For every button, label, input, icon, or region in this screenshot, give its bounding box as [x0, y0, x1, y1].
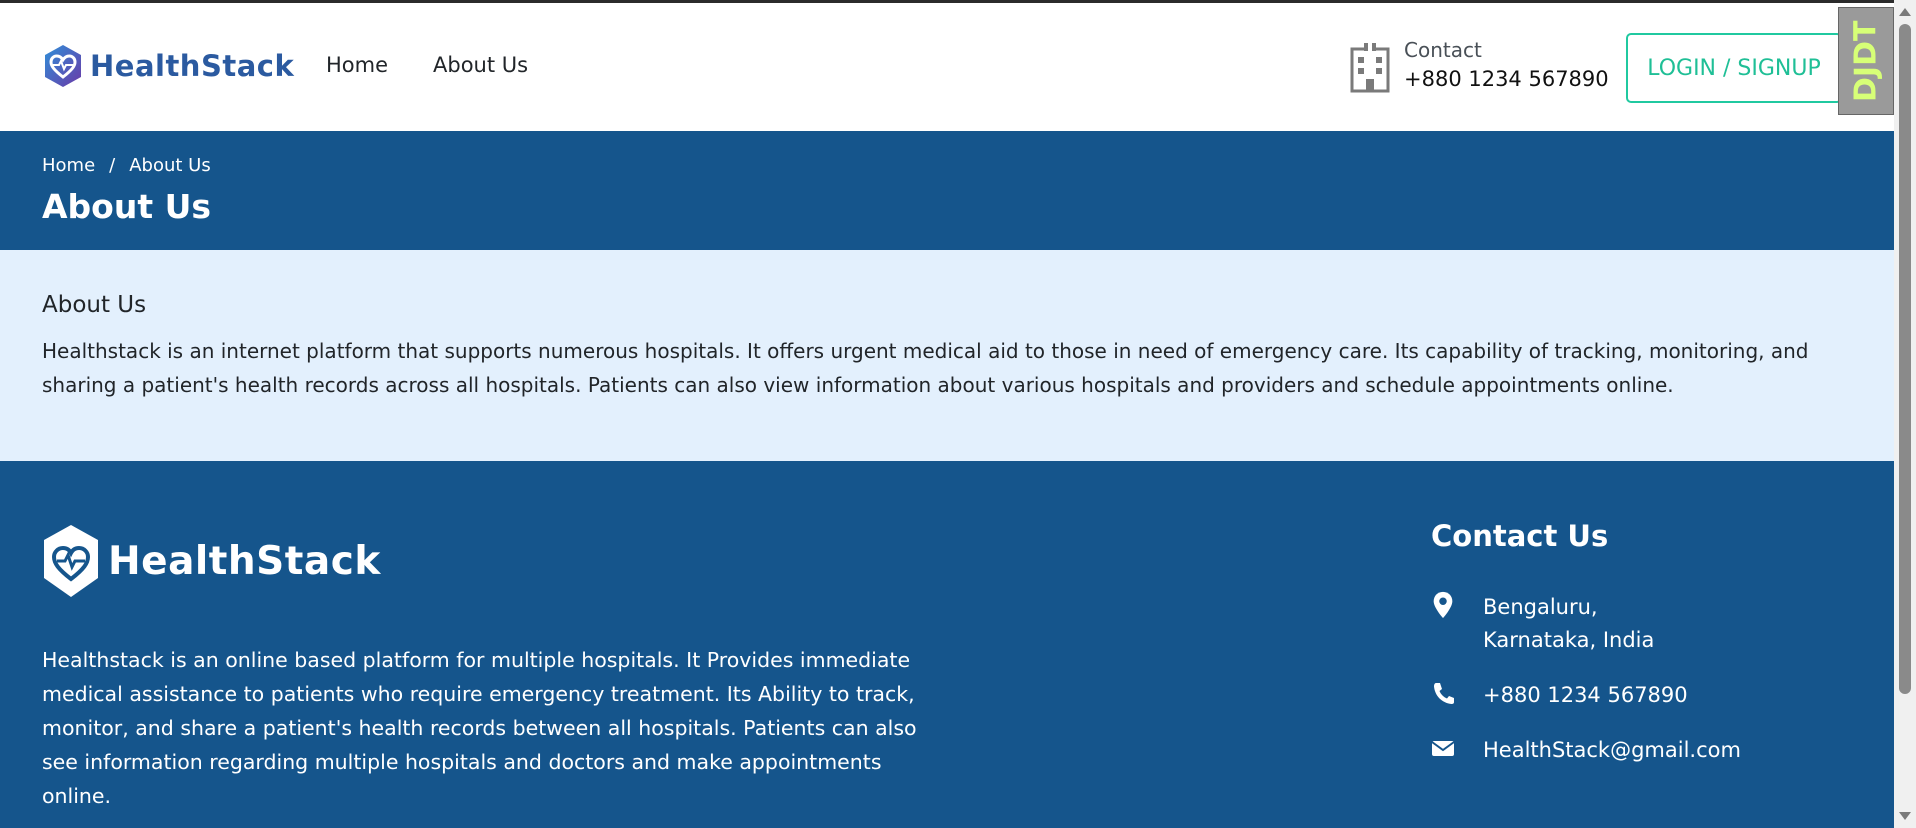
- footer-email[interactable]: HealthStack@gmail.com: [1483, 734, 1741, 767]
- logo-heart-icon: [45, 45, 81, 87]
- envelope-icon: [1431, 741, 1455, 756]
- scroll-up-icon[interactable]: [1899, 8, 1911, 16]
- header-contact: Contact +880 1234 567890: [1348, 37, 1609, 95]
- address-line-1: Bengaluru,: [1483, 595, 1598, 619]
- footer-description: Healthstack is an online based platform …: [42, 648, 917, 808]
- nav-about-link[interactable]: About Us: [433, 53, 528, 77]
- scroll-down-icon[interactable]: [1899, 812, 1911, 820]
- login-signup-button[interactable]: LOGIN / SIGNUP: [1626, 33, 1842, 103]
- breadcrumb: Home / About Us: [42, 155, 211, 176]
- phone-icon: [1434, 683, 1454, 704]
- contact-phone-row: +880 1234 567890: [1431, 679, 1851, 712]
- contact-label: Contact: [1404, 38, 1482, 62]
- footer-contact: Contact Us Bengaluru, Karnataka, India +…: [1431, 519, 1851, 789]
- about-section: About Us Healthstack is an internet plat…: [0, 250, 1894, 461]
- contact-heading: Contact Us: [1431, 519, 1609, 553]
- contact-phone[interactable]: +880 1234 567890: [1404, 63, 1609, 95]
- scroll-thumb[interactable]: [1899, 24, 1911, 694]
- contact-email-row: HealthStack@gmail.com: [1431, 734, 1851, 767]
- nav-home-link[interactable]: Home: [326, 53, 388, 77]
- about-text: Healthstack is an internet platform that…: [42, 339, 1809, 397]
- hospital-building-icon: [1350, 41, 1390, 93]
- map-marker-icon: [1433, 591, 1453, 619]
- page-title: About Us: [42, 187, 212, 226]
- page-banner: Home / About Us About Us: [0, 131, 1894, 250]
- about-heading: About Us: [42, 292, 147, 318]
- brand-logo[interactable]: HealthStack: [40, 43, 294, 89]
- footer-brand-logo[interactable]: HealthStack: [40, 521, 381, 601]
- main-nav: Home About Us: [326, 53, 528, 77]
- page-scrollbar[interactable]: [1894, 0, 1916, 828]
- debug-toolbar-handle[interactable]: DJDT: [1838, 7, 1894, 115]
- site-header: HealthStack Home About Us Contact +880 1…: [0, 3, 1894, 131]
- breadcrumb-current: About Us: [129, 155, 211, 176]
- footer-phone[interactable]: +880 1234 567890: [1483, 679, 1688, 712]
- contact-address: Bengaluru, Karnataka, India: [1431, 591, 1851, 657]
- logo-heart-icon: [44, 525, 98, 597]
- address-line-2: Karnataka, India: [1483, 628, 1655, 652]
- breadcrumb-home-link[interactable]: Home: [42, 155, 95, 176]
- brand-name: HealthStack: [90, 49, 295, 83]
- footer-brand-name: HealthStack: [108, 538, 381, 584]
- site-footer: HealthStack Healthstack is an online bas…: [0, 461, 1894, 828]
- breadcrumb-separator: /: [109, 155, 116, 176]
